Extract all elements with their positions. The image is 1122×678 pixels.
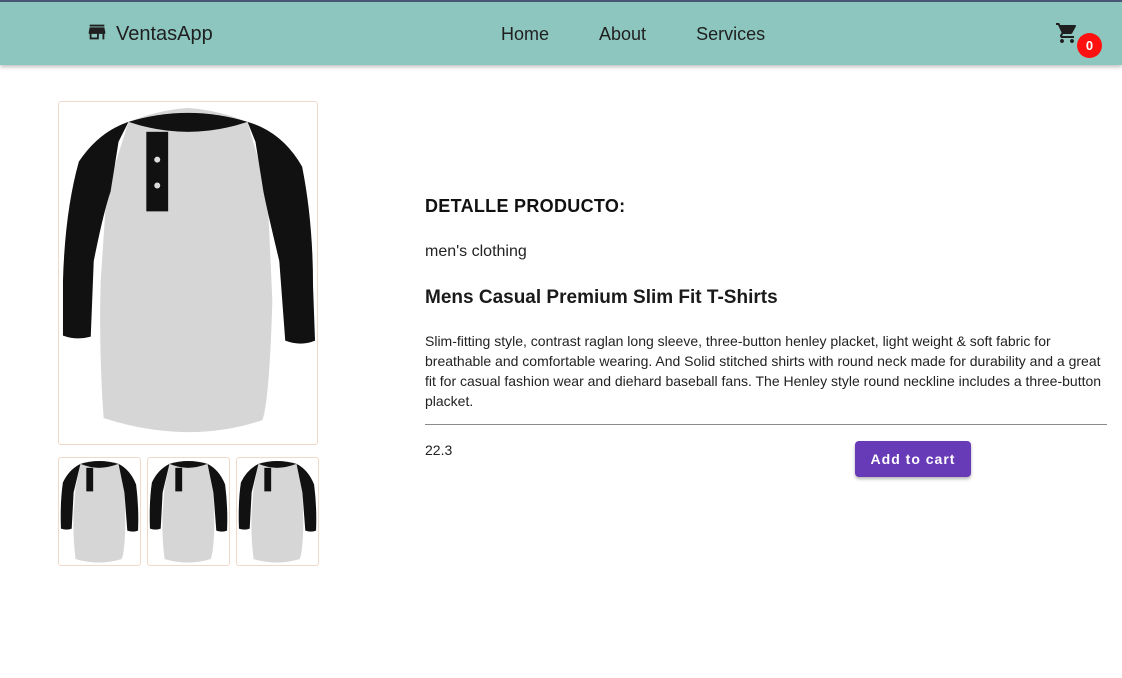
product-price: 22.3 xyxy=(425,442,453,458)
brand-name: VentasApp xyxy=(116,22,213,45)
henley-shirt-image xyxy=(62,107,316,433)
add-to-cart-button[interactable]: Add to cart xyxy=(855,441,971,477)
nav-about[interactable]: About xyxy=(584,20,661,49)
henley-shirt-image xyxy=(238,460,317,563)
product-description: Slim-fitting style, contrast raglan long… xyxy=(425,333,1102,409)
product-thumbnail-1[interactable] xyxy=(58,457,141,566)
product-thumbnail-2[interactable] xyxy=(147,457,230,566)
brand-link[interactable]: VentasApp xyxy=(86,19,213,49)
product-category: men's clothing xyxy=(425,243,527,260)
henley-shirt-image xyxy=(149,460,228,563)
henley-shirt-image xyxy=(60,460,139,563)
nav-links: Home About Services xyxy=(486,19,800,49)
product-thumbnail-3[interactable] xyxy=(236,457,319,566)
product-main-image xyxy=(58,101,318,445)
nav-home[interactable]: Home xyxy=(486,20,564,49)
product-title: Mens Casual Premium Slim Fit T-Shirts xyxy=(425,287,778,308)
nav-services[interactable]: Services xyxy=(681,20,780,49)
store-icon xyxy=(86,21,108,48)
divider xyxy=(425,424,1107,425)
detail-heading: DETALLE PRODUCTO: xyxy=(425,196,626,216)
navbar: VentasApp Home About Services 0 xyxy=(0,2,1122,65)
cart-button[interactable]: 0 xyxy=(1055,21,1103,61)
cart-count-badge: 0 xyxy=(1077,33,1102,58)
